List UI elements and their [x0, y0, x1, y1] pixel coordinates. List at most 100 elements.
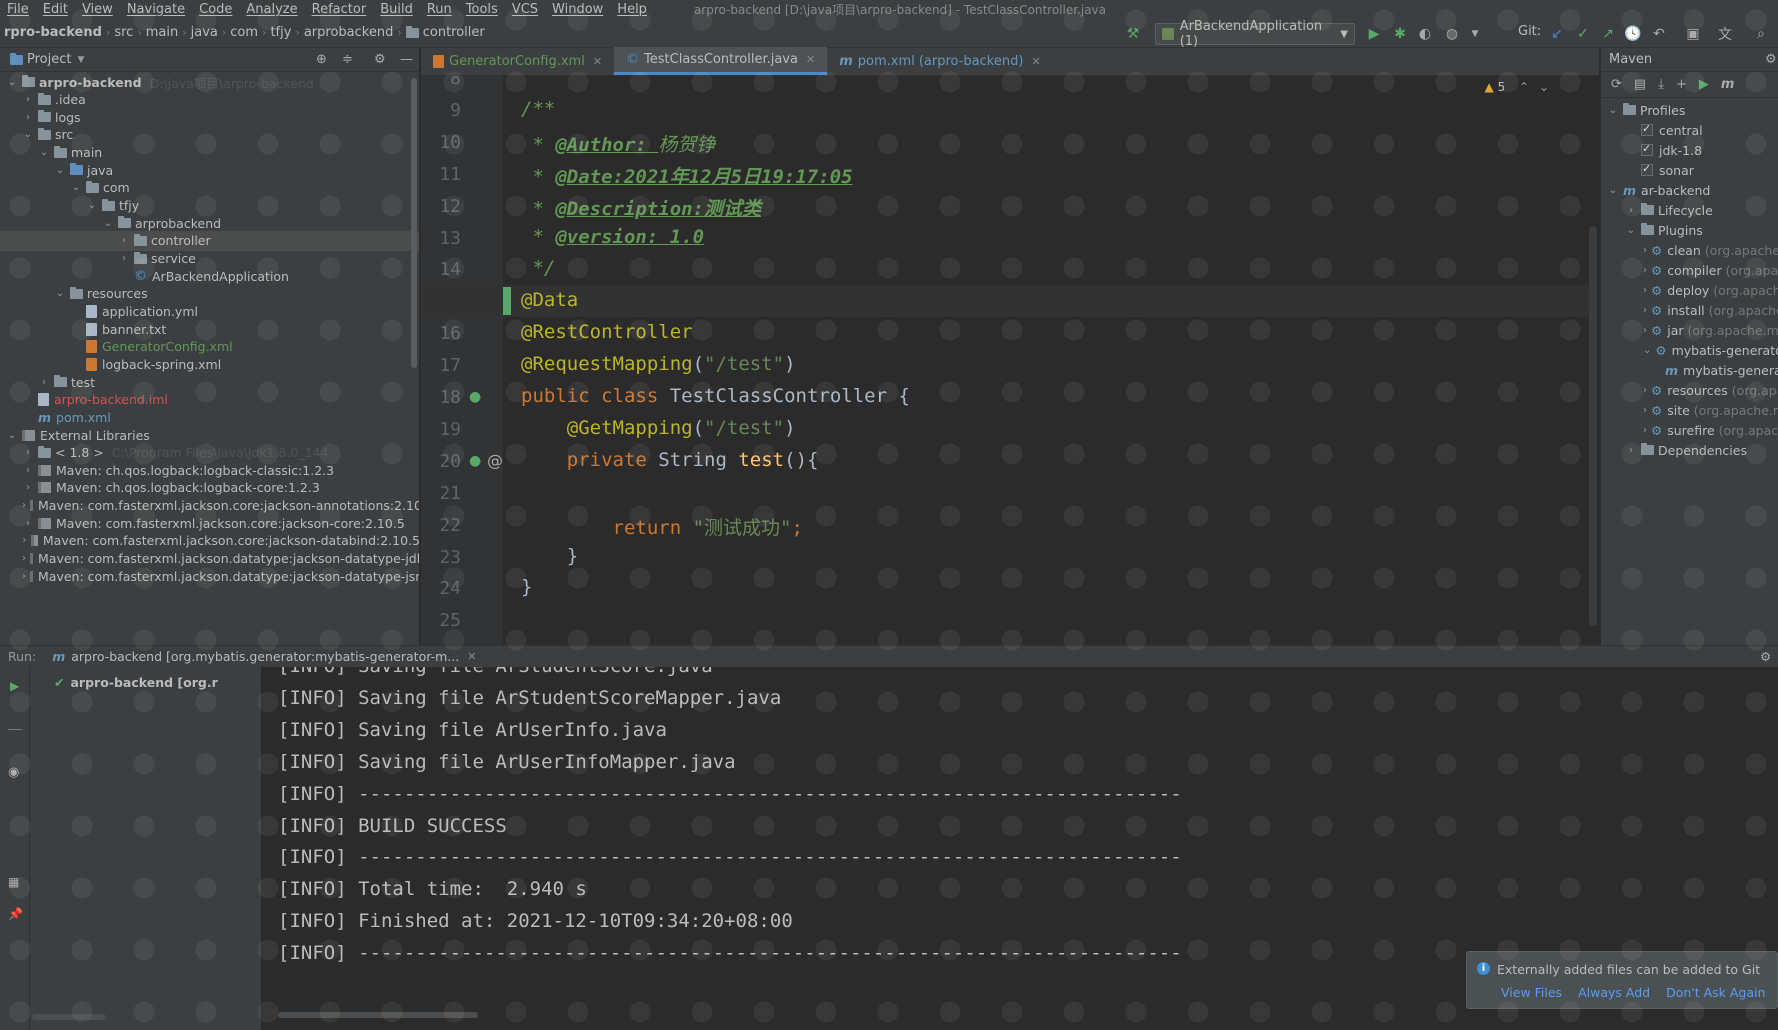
chevron-down-icon[interactable]: ⌄ [1607, 185, 1619, 196]
breadcrumb-item[interactable]: rpro-backend [0, 25, 106, 40]
rollback-icon[interactable]: ↶ [1650, 25, 1668, 43]
chevron-down-icon[interactable]: ⌄ [6, 77, 18, 88]
maven-tree-row[interactable]: › ⚙surefire(org.apache.maven.plugins) [1601, 420, 1778, 440]
warning-indicator[interactable]: ▲ 5 ⌃ ⌄ [1485, 80, 1549, 94]
git-update-icon[interactable]: ↙ [1548, 25, 1566, 43]
minimize-icon[interactable]: — [400, 52, 413, 67]
collapse-all-icon[interactable]: ≑ [342, 52, 353, 67]
run-tree-item[interactable]: ✔ arpro-backend [org.r [54, 675, 218, 690]
chevron-down-icon[interactable]: ⌄ [6, 430, 18, 441]
checkbox-checked-icon[interactable] [1641, 142, 1653, 156]
chevron-down-icon[interactable]: ▼ [1466, 25, 1484, 43]
chevron-down-icon[interactable]: ⌄ [38, 147, 50, 158]
rerun-icon[interactable]: ▶ [10, 679, 19, 693]
maven-tree-row[interactable]: ⌄ Plugins [1601, 220, 1778, 240]
chevron-down-icon[interactable]: ▼ [77, 55, 84, 65]
chevron-right-icon[interactable]: › [1643, 425, 1647, 436]
chevron-down-icon[interactable]: ⌄ [54, 165, 66, 176]
breadcrumb-item[interactable]: main [142, 25, 182, 40]
maven-goal-icon[interactable]: m [1721, 77, 1735, 92]
run-configuration-select[interactable]: ArBackendApplication (1) ▼ [1155, 19, 1355, 49]
close-icon[interactable]: ✕ [593, 55, 602, 68]
editor-scrollbar[interactable] [1589, 226, 1597, 626]
breadcrumb-item[interactable]: tfjy [266, 25, 295, 40]
maven-tree-row[interactable]: › ⚙install(org.apache.maven.plugins) [1601, 300, 1778, 320]
chevron-right-icon[interactable]: › [22, 465, 34, 476]
view-files-link[interactable]: View Files [1501, 985, 1562, 1000]
menu-item-file[interactable]: File [0, 2, 36, 17]
breadcrumb-item[interactable]: src [110, 25, 137, 40]
maven-tree-row[interactable]: central [1601, 120, 1778, 140]
translate-icon[interactable]: 文 [1716, 25, 1734, 43]
chevron-right-icon[interactable]: › [118, 253, 130, 264]
chevron-right-icon[interactable]: › [22, 553, 26, 564]
chevron-down-icon[interactable]: ⌄ [54, 288, 66, 299]
editor-tab[interactable]: © TestClassController.java ✕ [614, 47, 828, 75]
generate-sources-icon[interactable]: ▤ [1634, 77, 1646, 92]
menu-item-help[interactable]: Help [610, 2, 654, 17]
chevron-right-icon[interactable]: › [1643, 305, 1647, 316]
run-icon[interactable]: ▶ [1365, 25, 1383, 43]
chevron-right-icon[interactable]: › [1643, 265, 1647, 276]
breadcrumb-item[interactable]: controller [402, 25, 489, 40]
menu-item-build[interactable]: Build [373, 2, 420, 17]
chevron-right-icon[interactable]: › [22, 535, 27, 546]
chevron-down-icon[interactable]: ⌄ [1539, 80, 1549, 94]
gear-icon[interactable]: ⚙ [1765, 52, 1777, 67]
dont-ask-again-link[interactable]: Don't Ask Again [1666, 985, 1765, 1000]
chevron-down-icon[interactable]: ⌄ [70, 182, 82, 193]
chevron-right-icon[interactable]: › [22, 112, 34, 123]
chevron-right-icon[interactable]: › [1643, 385, 1647, 396]
project-tree-row[interactable]: › Maven: com.fasterxml.jackson.datatype:j… [0, 566, 419, 586]
project-scrollbar[interactable] [411, 78, 417, 368]
chevron-down-icon[interactable]: ⌄ [86, 200, 98, 211]
checkbox-checked-icon[interactable] [1641, 162, 1653, 176]
maven-tree-row[interactable]: jdk-1.8 [1601, 140, 1778, 160]
close-icon[interactable]: ✕ [806, 53, 815, 66]
maven-tree-row[interactable]: › ⚙resources(org.apache.maven.plugins) [1601, 380, 1778, 400]
breadcrumb-item[interactable]: com [226, 25, 262, 40]
layout-icon[interactable]: ▦ [8, 875, 19, 889]
menu-item-edit[interactable]: Edit [36, 2, 75, 17]
project-panel-title[interactable]: Project [27, 52, 71, 67]
chevron-down-icon[interactable]: ⌄ [1643, 345, 1651, 356]
menu-item-window[interactable]: Window [545, 2, 610, 17]
maven-tree-row[interactable]: › Dependencies [1601, 440, 1778, 460]
coverage-icon[interactable]: ◐ [1416, 25, 1434, 43]
console-scrollbar[interactable] [278, 1012, 478, 1018]
chevron-right-icon[interactable]: › [22, 94, 34, 105]
debug-icon[interactable]: ✱ [1391, 25, 1409, 43]
locate-icon[interactable]: ⊕ [316, 52, 327, 67]
maven-tree-row[interactable]: mmybatis-generator:generate [1601, 360, 1778, 380]
chevron-right-icon[interactable]: › [22, 447, 34, 458]
gear-icon[interactable]: ⚙ [374, 52, 386, 67]
chevron-up-icon[interactable]: ⌃ [1519, 80, 1529, 94]
menu-item-code[interactable]: Code [192, 2, 239, 17]
close-icon[interactable]: ✕ [1031, 55, 1040, 68]
search-everywhere-icon[interactable]: ⌕ [1752, 25, 1770, 43]
eye-icon[interactable]: ◉ [8, 765, 19, 780]
chevron-right-icon[interactable]: › [1643, 245, 1647, 256]
always-add-link[interactable]: Always Add [1578, 985, 1650, 1000]
spring-bean-icon[interactable]: ● [469, 389, 481, 405]
menu-item-run[interactable]: Run [420, 2, 459, 17]
git-commit-icon[interactable]: ✓ [1574, 25, 1592, 43]
code-editor[interactable]: 8910111213141516171819202122232425●●@ /*… [421, 76, 1599, 645]
checkbox-checked-icon[interactable] [1641, 122, 1653, 136]
maven-tree-row[interactable]: › ⚙deploy(org.apache.maven.plugins) [1601, 280, 1778, 300]
maven-tree-row[interactable]: sonar [1601, 160, 1778, 180]
maven-tree-row[interactable]: › ⚙clean(org.apache.maven.plugins) [1601, 240, 1778, 260]
run-tab[interactable]: m arpro-backend [org.mybatis.generator:m… [52, 649, 476, 664]
chevron-right-icon[interactable]: › [38, 377, 50, 388]
menu-item-analyze[interactable]: Analyze [239, 2, 304, 17]
maven-tree-row[interactable]: › ⚙jar(org.apache.maven.plugins) [1601, 320, 1778, 340]
close-icon[interactable]: ✕ [467, 650, 476, 663]
menu-item-vcs[interactable]: VCS [505, 2, 545, 17]
chevron-right-icon[interactable]: › [22, 500, 26, 511]
gear-icon[interactable]: ⚙ [1760, 649, 1771, 664]
chevron-right-icon[interactable]: › [22, 518, 34, 529]
breadcrumb-item[interactable]: arprobackend [300, 25, 398, 40]
chevron-down-icon[interactable]: ⌄ [1625, 225, 1637, 236]
chevron-right-icon[interactable]: › [22, 482, 34, 493]
chevron-down-icon[interactable]: ⌄ [102, 218, 114, 229]
